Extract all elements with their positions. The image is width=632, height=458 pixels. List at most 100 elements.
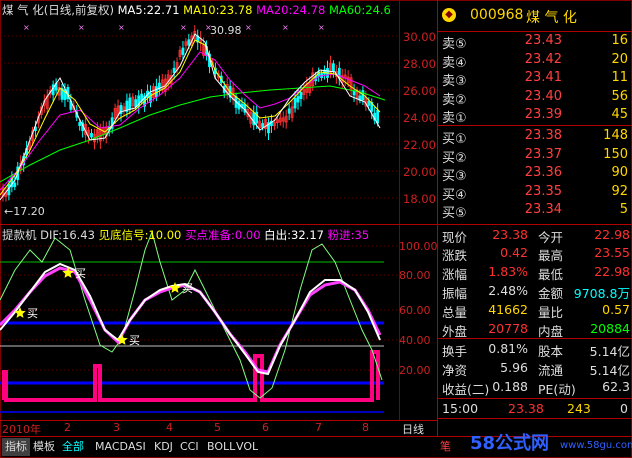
stat-row: 涨幅 1.83% 最低 22.98	[440, 264, 632, 282]
stock-code: 000968	[470, 7, 524, 23]
candle-body	[13, 182, 17, 187]
order-volume: 150	[603, 146, 628, 162]
order-price: 23.42	[524, 51, 562, 67]
candle-body	[293, 97, 297, 109]
stat-label-right: 最高	[538, 248, 564, 263]
ma5-legend: MA5:22.71	[117, 3, 180, 17]
candle-body	[187, 39, 191, 46]
event-markers: × × × × × × × ×	[23, 23, 325, 32]
stat-value-left: 2.48%	[488, 283, 528, 298]
tab-asi[interactable]: ASI	[128, 438, 146, 456]
bids-row[interactable]: 买② 23.37 150	[440, 146, 632, 166]
stat-label-left: 涨幅	[442, 267, 468, 282]
order-price: 23.41	[524, 70, 562, 85]
tab-macd[interactable]: MACD	[95, 438, 128, 456]
bids-row[interactable]: 买③ 23.36 90	[440, 165, 632, 184]
tab-全部[interactable]: 全部	[62, 438, 84, 456]
stat-row: 涨跌 0.42 最高 23.55	[440, 245, 632, 263]
svg-text:×: ×	[118, 23, 125, 32]
order-price: 23.34	[524, 202, 562, 217]
buy-label: 买	[75, 267, 86, 280]
asks-row[interactable]: 卖① 23.39 45	[440, 107, 632, 126]
order-label: 买④	[442, 187, 467, 203]
stat-value-right: 0.57	[602, 302, 630, 317]
stat-value-right: 23.55	[594, 245, 630, 260]
candle-body	[367, 100, 371, 106]
signal-value: 见底信号:10.00	[98, 228, 182, 242]
watermark-brand: 58公式网	[470, 433, 550, 454]
date-label: 7	[315, 421, 322, 434]
tab-boll[interactable]: BOLL	[207, 438, 235, 456]
asks-row[interactable]: 卖③ 23.41 11	[440, 70, 632, 89]
tick-row: 15:00 23.38 243 0	[442, 401, 630, 417]
stat-label-right: 量比	[538, 305, 564, 320]
tab-模板[interactable]: 模板	[33, 438, 55, 456]
price-grid	[0, 35, 399, 199]
candle-body	[331, 63, 335, 72]
candle-body	[261, 123, 265, 128]
tab-指标[interactable]: 指标	[2, 438, 30, 456]
buy-label: 买	[182, 282, 193, 295]
order-volume: 92	[611, 183, 628, 199]
candle-body	[299, 92, 303, 99]
stat-row: 振幅 2.48% 金额 9708.8万	[440, 283, 632, 301]
candle-body	[78, 122, 82, 127]
stat-row: 净资 5.96 流通 5.14亿	[440, 360, 632, 378]
date-label: 5	[214, 421, 221, 434]
order-volume: 11	[611, 70, 628, 85]
order-volume: 56	[611, 88, 628, 104]
stat-label-left: 振幅	[442, 286, 468, 301]
buy-label: 买	[129, 334, 140, 347]
tab-kdj[interactable]: KDJ	[154, 438, 173, 456]
order-price: 23.38	[524, 128, 562, 143]
bids-row[interactable]: 买④ 23.35 92	[440, 183, 632, 203]
stock-name: 煤 气 化	[526, 10, 577, 26]
stat-row: 换手 0.81% 股本 5.14亿	[440, 341, 632, 359]
stat-label-left: 净资	[442, 363, 468, 378]
favorite-icon[interactable]: ◆	[442, 8, 456, 22]
order-price: 23.35	[524, 183, 562, 199]
stat-value-right: 22.98	[594, 264, 630, 279]
stat-label-left: 换手	[442, 344, 468, 359]
order-label: 卖①	[442, 111, 467, 126]
exit-value: 白出:32.17	[264, 228, 324, 242]
order-volume: 45	[611, 107, 628, 122]
indicator-tick-label: 80.00	[399, 269, 431, 282]
stat-value-left: 20778	[488, 321, 528, 336]
stat-row: 总量 41662 量比 0.57	[440, 302, 632, 320]
bids-row[interactable]: 买⑤ 23.34 5	[440, 202, 632, 221]
order-volume: 16	[611, 33, 628, 48]
tab-vol[interactable]: VOL	[236, 438, 258, 456]
stat-label-right: 流通	[538, 363, 564, 378]
indicator-name: 提款机	[2, 228, 37, 242]
candle-body	[376, 109, 380, 124]
indicator-tick-label: 60.00	[399, 304, 431, 317]
tab-cci[interactable]: CCI	[180, 438, 199, 456]
tick-volume: 243	[567, 401, 591, 416]
order-label: 卖⑤	[442, 37, 467, 52]
order-price: 23.40	[524, 88, 562, 104]
main-chart-legend: 煤 气 化(日线,前复权) MA5:22.71 MA10:23.78 MA20:…	[2, 2, 391, 18]
asks-row[interactable]: 卖④ 23.42 20	[440, 51, 632, 71]
side-label: 笔	[440, 440, 451, 453]
date-label: 6	[262, 421, 269, 434]
stat-value-left: 41662	[488, 302, 528, 317]
stat-row: 现价 23.38 今开 22.98	[440, 227, 632, 245]
stat-value-left: 5.96	[500, 360, 528, 375]
price-tick-label: 18.00	[403, 192, 436, 206]
stat-value-right: 5.14亿	[589, 344, 630, 359]
asks-row[interactable]: 卖② 23.40 56	[440, 88, 632, 108]
order-label: 卖②	[442, 92, 467, 108]
date-label: 2010年	[2, 423, 41, 436]
svg-text:×: ×	[318, 23, 325, 32]
order-label: 买①	[442, 132, 467, 147]
price-tick-label: 22.00	[403, 138, 436, 152]
stat-value-right: 20884	[590, 321, 630, 336]
buy-label: 买	[27, 307, 38, 320]
stat-value-left: 0.81%	[488, 341, 528, 356]
asks-row[interactable]: 卖⑤ 23.43 16	[440, 33, 632, 52]
indicator-tick-label: 20.00	[399, 364, 431, 377]
indicator-legend: 提款机 DIF:16.43 见底信号:10.00 买点准备:0.00 白出:32…	[2, 227, 369, 243]
bids-row[interactable]: 买① 23.38 148	[440, 128, 632, 147]
price-tick-label: 28.00	[403, 57, 436, 71]
